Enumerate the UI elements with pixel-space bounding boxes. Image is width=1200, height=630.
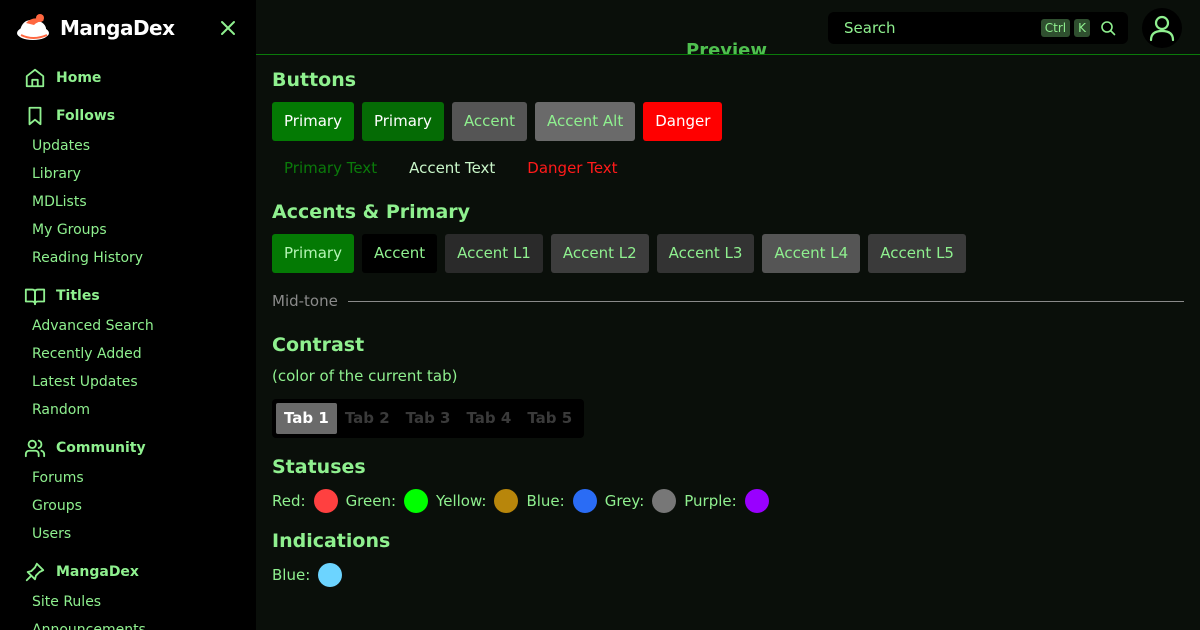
- sidebar-item-latest-updates[interactable]: Latest Updates: [24, 368, 154, 396]
- nav-section-mangadex: MangaDex Site Rules Announcements: [24, 560, 146, 630]
- statuses-heading: Statuses: [272, 456, 366, 478]
- topbar: Preview Search Ctrl K: [256, 0, 1200, 55]
- shortcut-k-key: K: [1074, 19, 1090, 37]
- mangadex-logo-icon: [17, 14, 49, 40]
- status-dot-yellow: [494, 489, 519, 513]
- midtone-label: Mid-tone: [272, 292, 338, 310]
- nav-section-follows: Follows Updates Library MDLists My Group…: [24, 104, 143, 272]
- users-icon: [24, 439, 46, 458]
- pin-icon: [25, 562, 45, 582]
- brand-name: MangaDex: [60, 16, 175, 40]
- sidebar: MangaDex Home Follows Updates Library MD…: [0, 0, 256, 630]
- section-heading-clipped: Preview: [686, 40, 768, 55]
- accent-button[interactable]: Accent: [451, 102, 528, 141]
- sidebar-item-mdlists[interactable]: MDLists: [24, 188, 143, 216]
- danger-text-button[interactable]: Danger Text: [515, 150, 629, 186]
- status-label-blue: Blue:: [526, 492, 565, 510]
- indications-heading: Indications: [272, 530, 391, 552]
- sidebar-item-label: Titles: [56, 288, 100, 304]
- close-icon[interactable]: [218, 18, 238, 38]
- status-label-grey: Grey:: [604, 492, 645, 510]
- sidebar-item-recently-added[interactable]: Recently Added: [24, 340, 154, 368]
- buttons-heading: Buttons: [272, 69, 357, 91]
- shortcut-ctrl-key: Ctrl: [1040, 19, 1071, 37]
- statuses-row: Red: Green: Yellow: Blue: Grey: Purple:: [272, 489, 1184, 513]
- primary-button-alt[interactable]: Primary: [361, 102, 444, 141]
- search-input[interactable]: Search Ctrl K: [828, 12, 1128, 44]
- sidebar-item-label: Home: [56, 70, 102, 86]
- user-icon: [1149, 15, 1175, 42]
- status-dot-red: [313, 489, 338, 513]
- sidebar-item-updates[interactable]: Updates: [24, 132, 143, 160]
- primary-text-button[interactable]: Primary Text: [272, 150, 389, 186]
- accent-text-button[interactable]: Accent Text: [397, 150, 507, 186]
- accent-swatch-l2[interactable]: Accent L2: [550, 234, 649, 273]
- brand[interactable]: MangaDex: [16, 10, 175, 46]
- text-buttons-row: Primary Text Accent Text Danger Text: [272, 150, 1184, 186]
- nav-section-home: Home: [24, 66, 101, 90]
- indications-row: Blue:: [272, 563, 1184, 587]
- sidebar-item-my-groups[interactable]: My Groups: [24, 216, 143, 244]
- accent-swatch-l1[interactable]: Accent L1: [445, 234, 543, 273]
- danger-button[interactable]: Danger: [643, 102, 723, 141]
- sidebar-item-forums[interactable]: Forums: [24, 464, 146, 492]
- midtone-line: [347, 300, 1184, 302]
- status-dot-blue: [572, 489, 597, 513]
- status-dot-green: [404, 489, 429, 513]
- accent-swatch-l4[interactable]: Accent L4: [762, 234, 861, 273]
- sidebar-item-advanced-search[interactable]: Advanced Search: [24, 312, 154, 340]
- accent-alt-button[interactable]: Accent Alt: [535, 102, 636, 141]
- contrast-heading: Contrast: [272, 334, 365, 356]
- nav-section-titles: Titles Advanced Search Recently Added La…: [24, 284, 154, 424]
- status-dot-purple: [744, 489, 769, 513]
- accent-swatch-l5[interactable]: Accent L5: [868, 234, 966, 273]
- book-open-icon: [24, 288, 46, 306]
- sidebar-item-announcements[interactable]: Announcements: [24, 616, 146, 630]
- accent-swatch-primary[interactable]: Primary: [272, 234, 354, 273]
- sidebar-item-follows[interactable]: Follows: [24, 104, 143, 128]
- accent-swatch-accent[interactable]: Accent: [361, 234, 438, 273]
- tab-bar: Tab 1 Tab 2 Tab 3 Tab 4 Tab 5: [272, 399, 585, 438]
- sidebar-item-reading-history[interactable]: Reading History: [24, 244, 143, 272]
- status-dot-grey: [652, 489, 677, 513]
- buttons-row: Primary Primary Accent Accent Alt Danger: [272, 102, 1184, 141]
- accents-row: Primary Accent Accent L1 Accent L2 Accen…: [272, 234, 1184, 273]
- sidebar-item-mangadex[interactable]: MangaDex: [24, 560, 146, 584]
- home-icon: [25, 68, 45, 88]
- sidebar-item-community[interactable]: Community: [24, 436, 146, 460]
- status-label-green: Green:: [345, 492, 397, 510]
- sidebar-item-label: Community: [56, 440, 146, 456]
- user-menu-button[interactable]: [1142, 8, 1182, 48]
- sidebar-item-groups[interactable]: Groups: [24, 492, 146, 520]
- indication-label-blue: Blue:: [272, 566, 311, 584]
- tab-4[interactable]: Tab 4: [458, 403, 519, 434]
- sidebar-item-library[interactable]: Library: [24, 160, 143, 188]
- midtone-divider: Mid-tone: [272, 291, 1184, 311]
- status-label-red: Red:: [272, 492, 306, 510]
- primary-button[interactable]: Primary: [272, 102, 354, 141]
- tab-1[interactable]: Tab 1: [276, 403, 337, 434]
- nav-section-community: Community Forums Groups Users: [24, 436, 146, 548]
- tab-3[interactable]: Tab 3: [398, 403, 459, 434]
- sidebar-item-titles[interactable]: Titles: [24, 284, 154, 308]
- sidebar-item-random[interactable]: Random: [24, 396, 154, 424]
- sidebar-item-home[interactable]: Home: [24, 66, 101, 90]
- search-icon[interactable]: [1100, 20, 1116, 36]
- main-content: Buttons Primary Primary Accent Accent Al…: [272, 56, 1184, 587]
- sidebar-item-label: Follows: [56, 108, 116, 124]
- status-label-purple: Purple:: [684, 492, 737, 510]
- indication-dot-blue: [318, 563, 343, 587]
- tab-2[interactable]: Tab 2: [337, 403, 398, 434]
- sidebar-item-users[interactable]: Users: [24, 520, 146, 548]
- contrast-subtitle: (color of the current tab): [272, 367, 458, 385]
- accent-swatch-l3[interactable]: Accent L3: [656, 234, 755, 273]
- status-label-yellow: Yellow:: [436, 492, 487, 510]
- bookmark-icon: [28, 106, 42, 126]
- accents-heading: Accents & Primary: [272, 201, 471, 223]
- sidebar-item-label: MangaDex: [56, 564, 139, 580]
- sidebar-item-site-rules[interactable]: Site Rules: [24, 588, 146, 616]
- search-placeholder: Search: [844, 19, 896, 37]
- tab-5[interactable]: Tab 5: [519, 403, 580, 434]
